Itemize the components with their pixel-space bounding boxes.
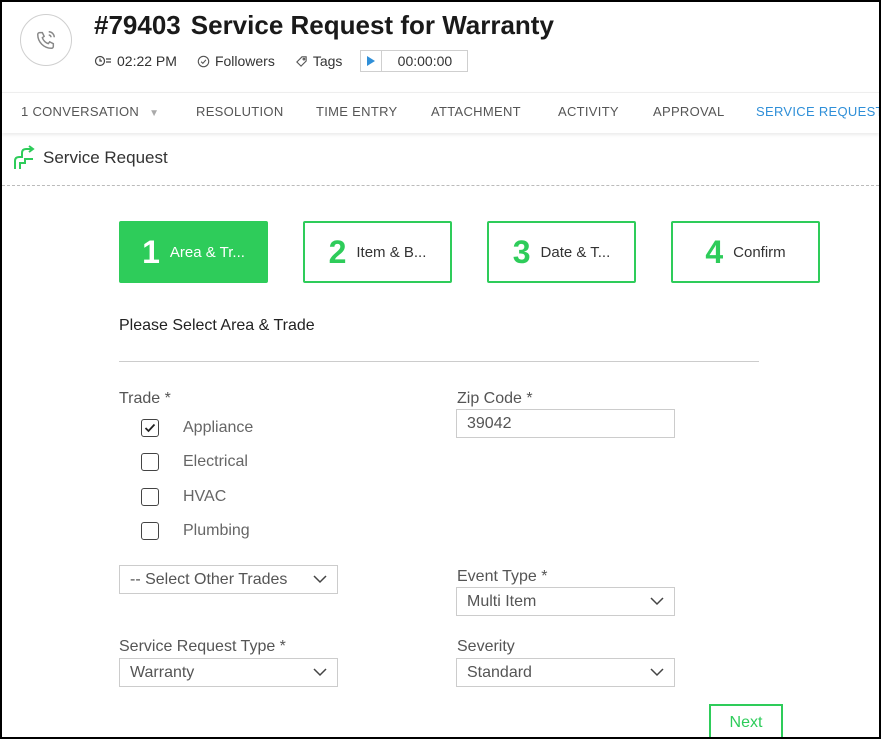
step-number: 3: [512, 233, 531, 270]
zip-code-value: 39042: [467, 414, 512, 432]
checkbox-label: Electrical: [183, 453, 248, 470]
other-trades-value: -- Select Other Trades: [130, 570, 288, 588]
step-label: Confirm: [733, 243, 786, 261]
severity-select[interactable]: Standard: [456, 658, 675, 687]
section-divider: [2, 185, 879, 186]
tab-label: ACTIVITY: [558, 104, 619, 119]
tab-time-entry[interactable]: TIME ENTRY: [316, 104, 398, 119]
service-request-type-value: Warranty: [130, 663, 195, 681]
tab-conversation[interactable]: 1 CONVERSATION ▼: [21, 104, 159, 119]
section-header: Service Request: [12, 145, 168, 171]
checkbox-label: HVAC: [183, 488, 227, 505]
play-icon: [367, 56, 376, 66]
tab-label: 1 CONVERSATION: [21, 104, 140, 119]
timer-value: 00:00:00: [397, 53, 453, 69]
ticket-meta: 02:22 PM Followers Tags 00:00:00: [94, 50, 469, 72]
appliance-checkbox[interactable]: [141, 419, 159, 437]
electrical-checkbox[interactable]: [141, 453, 159, 471]
step-number: 1: [142, 233, 160, 270]
time-meta: 02:22 PM: [94, 53, 177, 69]
step-number: 2: [328, 233, 347, 270]
service-request-type-label: Service Request Type *: [119, 638, 286, 655]
ticket-number: #79403: [94, 10, 181, 40]
service-request-icon: [14, 145, 35, 169]
tab-attachment[interactable]: ATTACHMENT: [431, 104, 521, 119]
zip-code-input[interactable]: 39042: [456, 409, 675, 438]
zip-code-label: Zip Code *: [457, 390, 533, 407]
tab-label: APPROVAL: [653, 104, 725, 119]
trade-label: Trade *: [119, 390, 171, 407]
ticket-title: #79403 Service Request for Warranty: [94, 10, 554, 41]
chevron-down-icon: [650, 597, 664, 606]
created-time: 02:22 PM: [117, 53, 177, 69]
chevron-down-icon: [313, 575, 327, 584]
tab-label: ATTACHMENT: [431, 104, 521, 119]
tags-button[interactable]: Tags: [295, 53, 343, 69]
step-label: Date & T...: [540, 243, 611, 261]
service-request-type-select[interactable]: Warranty: [119, 658, 338, 687]
event-type-value: Multi Item: [467, 592, 537, 610]
checkbox-label: Plumbing: [183, 522, 250, 539]
followers-label: Followers: [214, 53, 275, 69]
form-divider: [119, 361, 759, 362]
next-label: Next: [729, 714, 763, 731]
timer: 00:00:00: [360, 50, 469, 72]
other-trades-select[interactable]: -- Select Other Trades: [119, 565, 338, 594]
check-circle-icon: [197, 55, 210, 67]
tab-activity[interactable]: ACTIVITY: [558, 104, 619, 119]
tab-label: TIME ENTRY: [316, 104, 398, 119]
form-title: Please Select Area & Trade: [119, 317, 315, 334]
section-title: Service Request: [43, 148, 168, 167]
severity-value: Standard: [467, 663, 532, 681]
step-item[interactable]: 2 Item & B...: [303, 221, 452, 283]
checkmark-icon: [144, 423, 156, 433]
app-frame: #79403 Service Request for Warranty 02:22…: [0, 0, 881, 739]
step-date[interactable]: 3 Date & T...: [487, 221, 636, 283]
phone-call-icon: [20, 14, 72, 66]
tab-approval[interactable]: APPROVAL: [653, 104, 725, 119]
chevron-down-icon: [313, 668, 327, 677]
trade-option-appliance[interactable]: Appliance: [141, 419, 253, 437]
event-type-label: Event Type *: [457, 568, 548, 585]
plumbing-checkbox[interactable]: [141, 522, 159, 540]
chevron-down-icon: [650, 668, 664, 677]
tab-label: RESOLUTION: [196, 104, 284, 119]
step-confirm[interactable]: 4 Confirm: [671, 221, 820, 283]
followers-button[interactable]: Followers: [197, 53, 275, 69]
tags-label: Tags: [312, 53, 343, 69]
trade-option-plumbing[interactable]: Plumbing: [141, 522, 250, 540]
tab-service-request[interactable]: SERVICE REQUEST: [756, 104, 881, 119]
ticket-tabs: 1 CONVERSATION ▼ RESOLUTION TIME ENTRY AT…: [2, 92, 879, 133]
step-label: Area & Tr...: [169, 243, 245, 261]
play-button[interactable]: [361, 51, 383, 71]
severity-label: Severity: [457, 638, 515, 655]
step-number: 4: [705, 233, 724, 270]
hvac-checkbox[interactable]: [141, 488, 159, 506]
step-area-trade[interactable]: 1 Area & Tr...: [119, 221, 268, 283]
ticket-subject: Service Request for Warranty: [190, 10, 554, 40]
step-label: Item & B...: [356, 243, 427, 261]
event-type-select[interactable]: Multi Item: [456, 587, 675, 616]
tab-label: SERVICE REQUEST: [756, 104, 881, 119]
trade-option-hvac[interactable]: HVAC: [141, 488, 226, 506]
clock-icon: [94, 55, 111, 67]
checkbox-label: Appliance: [183, 419, 254, 436]
trade-option-electrical[interactable]: Electrical: [141, 453, 248, 471]
tag-icon: [295, 55, 307, 67]
tab-resolution[interactable]: RESOLUTION: [196, 104, 284, 119]
next-button[interactable]: Next: [709, 704, 783, 737]
caret-down-icon: ▼: [149, 108, 160, 119]
